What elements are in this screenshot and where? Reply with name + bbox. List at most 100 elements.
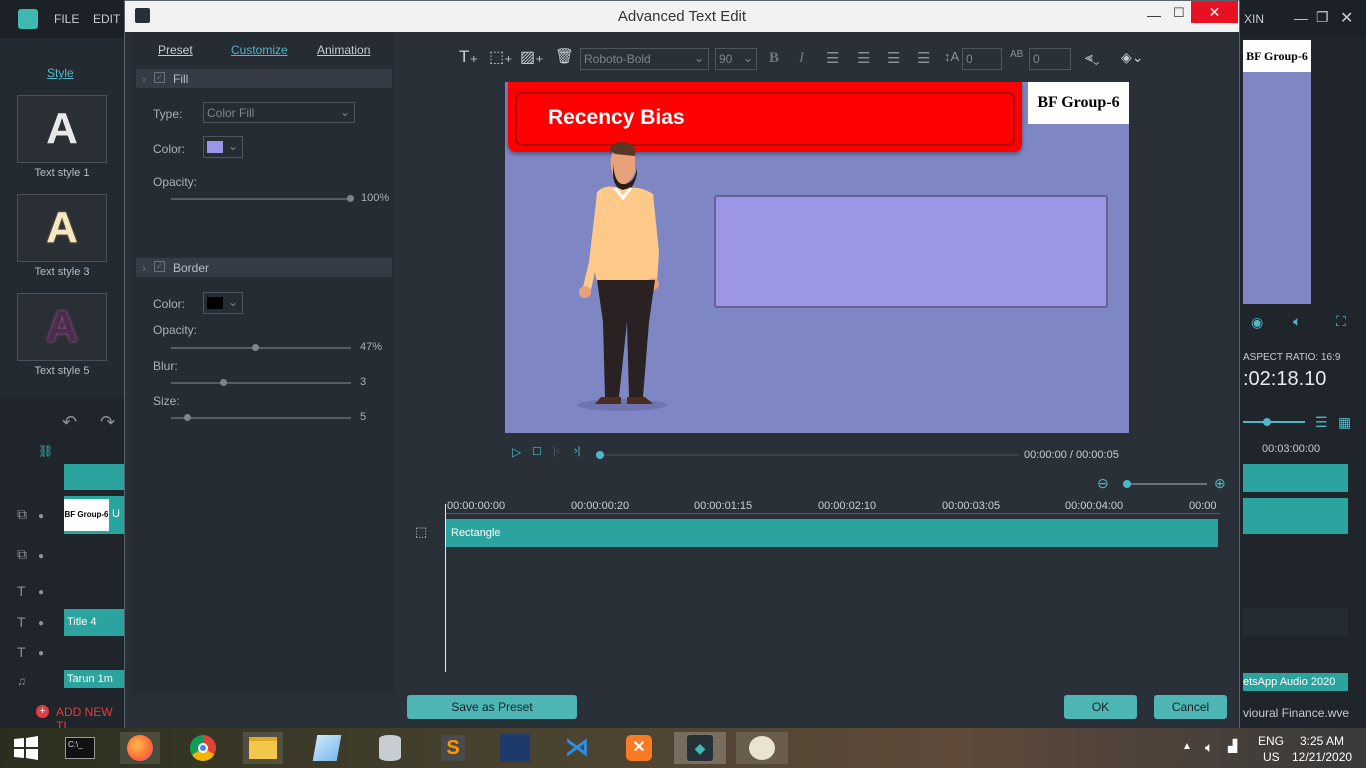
close-icon[interactable]: ✕ [1340, 8, 1353, 28]
add-image-icon[interactable]: ▨₊ [520, 47, 544, 67]
play-icon[interactable]: ▷ [512, 445, 521, 459]
taskbar-xampp[interactable]: ✕ [619, 732, 659, 764]
delete-icon[interactable]: 🗑︎ [555, 47, 574, 65]
border-opacity-slider[interactable] [171, 344, 351, 351]
char-spacing-icon[interactable]: AB [1010, 49, 1023, 60]
list-view-icon[interactable]: ☰ [1315, 414, 1328, 431]
cancel-button[interactable]: Cancel [1154, 695, 1227, 719]
redo-icon[interactable]: ↷ [100, 412, 115, 433]
bf-group-clip[interactable]: BF Group-6 U [64, 496, 124, 534]
eye-icon[interactable]: ● [38, 511, 44, 522]
char-spacing-input[interactable]: 0 [1029, 48, 1071, 70]
add-new-icon[interactable]: + [36, 705, 49, 718]
zoom-slider[interactable] [1123, 480, 1207, 488]
layers-icon[interactable]: ◈⌄ [1121, 49, 1144, 66]
slider-knob[interactable] [184, 414, 191, 421]
clock-time[interactable]: 3:25 AM [1300, 734, 1344, 748]
maximize-icon[interactable]: ❐ [1316, 9, 1329, 26]
next-frame-icon[interactable]: ›| [574, 445, 581, 457]
bg-track-clip-1[interactable] [1243, 464, 1348, 492]
border-checkbox[interactable]: ✓ [154, 261, 165, 272]
minimize-icon[interactable]: — [1294, 10, 1308, 26]
eye-icon-2[interactable]: ● [38, 551, 44, 562]
tab-animation[interactable]: Animation [317, 43, 370, 57]
minimize-icon[interactable]: — [1147, 7, 1161, 23]
menu-edit[interactable]: EDIT [93, 12, 120, 26]
menu-file[interactable]: FILE [54, 12, 79, 26]
taskbar-chrome[interactable] [183, 732, 223, 764]
close-button[interactable]: ✕ [1191, 1, 1238, 23]
title-4-clip[interactable]: Title 4 [64, 609, 124, 636]
slider-knob[interactable] [220, 379, 227, 386]
volume-icon[interactable]: 🔈︎ [1293, 313, 1301, 330]
align-right-icon[interactable]: ☰ [887, 49, 900, 67]
add-text-icon[interactable]: T₊ [459, 47, 478, 67]
taskbar-firefox[interactable] [120, 732, 160, 764]
snapshot-icon[interactable]: ◉ [1251, 314, 1263, 331]
zoom-out-icon[interactable]: ⊖ [1097, 475, 1109, 492]
bg-audio-clip[interactable]: etsApp Audio 2020 [1243, 673, 1348, 691]
start-button[interactable] [6, 732, 46, 764]
justify-icon[interactable]: ☰ [917, 49, 930, 67]
selected-rectangle[interactable] [714, 195, 1108, 308]
fill-color-picker[interactable]: ⌄ [203, 136, 243, 158]
playhead-knob[interactable] [596, 451, 604, 459]
taskbar-sublime[interactable]: S [433, 732, 473, 764]
taskbar-app-8[interactable] [495, 732, 535, 764]
italic-icon[interactable]: I [799, 50, 804, 67]
style-tab[interactable]: Style [47, 66, 74, 80]
fill-section-header[interactable]: › ✓ Fill [136, 69, 392, 88]
taskbar-explorer[interactable] [243, 732, 283, 764]
snap-icon[interactable]: ⛓ [38, 444, 53, 458]
size-slider[interactable] [171, 414, 351, 421]
tab-customize[interactable]: Customize [231, 43, 288, 57]
add-shape-icon[interactable]: ⬚₊ [489, 47, 513, 67]
font-select[interactable]: Roboto-Bold ⌄ [580, 48, 709, 70]
eye-icon-5[interactable]: ● [38, 648, 44, 659]
volume-icon[interactable]: 🔈︎ [1205, 739, 1213, 756]
tray-expand-icon[interactable]: ▲ [1182, 741, 1192, 752]
bold-icon[interactable]: B [769, 50, 779, 67]
menu-fragment[interactable]: XIN [1244, 12, 1264, 26]
fullscreen-icon[interactable]: ⛶ [1336, 313, 1346, 330]
border-color-picker[interactable]: ⌄ [203, 292, 243, 314]
taskbar-paint[interactable] [736, 732, 788, 764]
font-size-select[interactable]: 90 ⌄ [715, 48, 757, 70]
taskbar-app-5[interactable] [307, 732, 347, 764]
fill-type-select[interactable]: Color Fill ⌄ [203, 102, 355, 123]
group-badge[interactable]: BF Group-6 [1028, 82, 1129, 124]
border-section-header[interactable]: › ✓ Border [136, 258, 392, 277]
ok-button[interactable]: OK [1064, 695, 1137, 719]
text-style-5-thumb[interactable]: A [17, 293, 107, 361]
blur-slider[interactable] [171, 379, 351, 386]
rectangle-clip[interactable]: Rectangle [446, 519, 1218, 547]
video-track-clip[interactable] [64, 464, 124, 490]
prev-frame-icon[interactable]: |‹ [553, 445, 560, 457]
align-left-icon[interactable]: ☰ [826, 49, 839, 67]
text-style-3-thumb[interactable]: A [17, 194, 107, 262]
slider-knob[interactable] [251, 344, 259, 351]
taskbar-filmora[interactable]: ◆ [674, 732, 726, 764]
slider-knob[interactable] [347, 195, 354, 202]
taskbar-database[interactable] [370, 732, 410, 764]
bg-track-clip-2[interactable] [1243, 498, 1348, 534]
slider-knob[interactable] [1123, 480, 1131, 488]
undo-icon[interactable]: ↶ [62, 412, 77, 433]
tab-preset[interactable]: Preset [158, 43, 193, 57]
save-as-preset-button[interactable]: Save as Preset [407, 695, 577, 719]
eye-icon-3[interactable]: ● [38, 587, 44, 598]
zoom-in-icon[interactable]: ⊕ [1214, 475, 1226, 492]
maximize-icon[interactable]: ☐ [1173, 5, 1185, 21]
eye-icon-4[interactable]: ● [38, 618, 44, 629]
line-spacing-input[interactable]: 0 [962, 48, 1002, 70]
clock-date[interactable]: 12/21/2020 [1292, 750, 1352, 764]
align-center-icon[interactable]: ☰ [857, 49, 870, 67]
line-spacing-icon[interactable]: ↕A [944, 49, 959, 64]
audio-clip[interactable]: Tarun 1m [64, 670, 124, 688]
align-objects-icon[interactable]: ⫷⌄ [1085, 49, 1100, 66]
taskbar-cmd[interactable]: C:\_ [60, 732, 100, 764]
taskbar-vscode[interactable]: ⋊ [557, 732, 597, 764]
zoom-slider[interactable] [1243, 418, 1305, 426]
network-icon[interactable]: ▟ [1228, 739, 1237, 753]
grid-view-icon[interactable]: ▦ [1338, 414, 1351, 431]
